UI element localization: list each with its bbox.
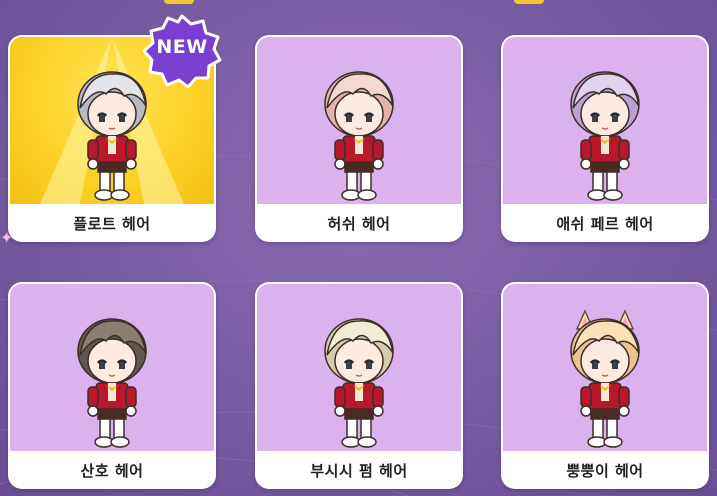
top-tab-nub-right [514,0,544,4]
hair-option-label: 뿡뿡이 헤어 [566,461,644,480]
character-avatar [555,52,655,202]
hair-option-label: 허쉬 헤어 [327,214,391,233]
hair-option-label: 애쉬 페르 헤어 [556,214,654,233]
character-avatar [555,299,655,449]
hair-preview [503,37,707,204]
hair-option-label: 산호 헤어 [80,461,144,480]
hair-option-card[interactable]: 애쉬 페르 헤어 [501,35,709,242]
hair-preview [503,284,707,451]
new-badge-text: NEW [156,36,208,58]
character-avatar [309,299,409,449]
hair-option-card[interactable]: 산호 헤어 [8,282,216,489]
hair-preview [257,37,461,204]
hair-option-card[interactable]: 부시시 펌 헤어 [255,282,463,489]
hair-preview [257,284,461,451]
top-tab-nub-left [164,0,194,4]
hair-option-card[interactable]: 허쉬 헤어 [255,35,463,242]
hair-option-label: 부시시 펌 헤어 [310,461,408,480]
hair-option-card[interactable]: 뿡뿡이 헤어 [501,282,709,489]
character-avatar [309,52,409,202]
hair-option-label: 플로트 헤어 [73,214,151,233]
new-badge: NEW [140,14,224,89]
hair-preview [10,284,214,451]
character-avatar [62,299,162,449]
